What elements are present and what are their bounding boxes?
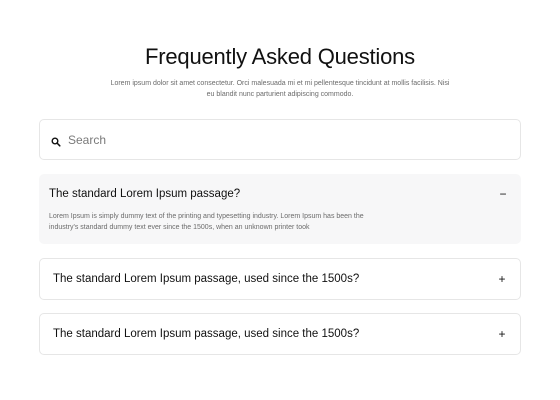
faq-question[interactable]: The standard Lorem Ipsum passage? (49, 188, 240, 200)
faq-answer: Lorem Ipsum is simply dummy text of the … (49, 213, 364, 231)
plus-icon[interactable]: + (496, 273, 508, 285)
search-icon (51, 134, 61, 147)
page-title: Frequently Asked Questions (145, 44, 415, 69)
faq-question[interactable]: The standard Lorem Ipsum passage, used s… (53, 273, 359, 285)
page-subtitle: Lorem ipsum dolor sit amet consectetur. … (110, 80, 450, 98)
plus-icon[interactable]: + (496, 328, 508, 340)
minus-icon[interactable]: − (497, 188, 509, 200)
faq-item[interactable]: The standard Lorem Ipsum passage, used s… (39, 313, 521, 355)
search-bar[interactable] (39, 119, 521, 160)
faq-item[interactable]: The standard Lorem Ipsum passage, used s… (39, 258, 521, 300)
faq-item-expanded[interactable]: The standard Lorem Ipsum passage? − Lore… (39, 174, 521, 244)
search-input[interactable] (68, 120, 508, 159)
faq-question[interactable]: The standard Lorem Ipsum passage, used s… (53, 328, 359, 340)
